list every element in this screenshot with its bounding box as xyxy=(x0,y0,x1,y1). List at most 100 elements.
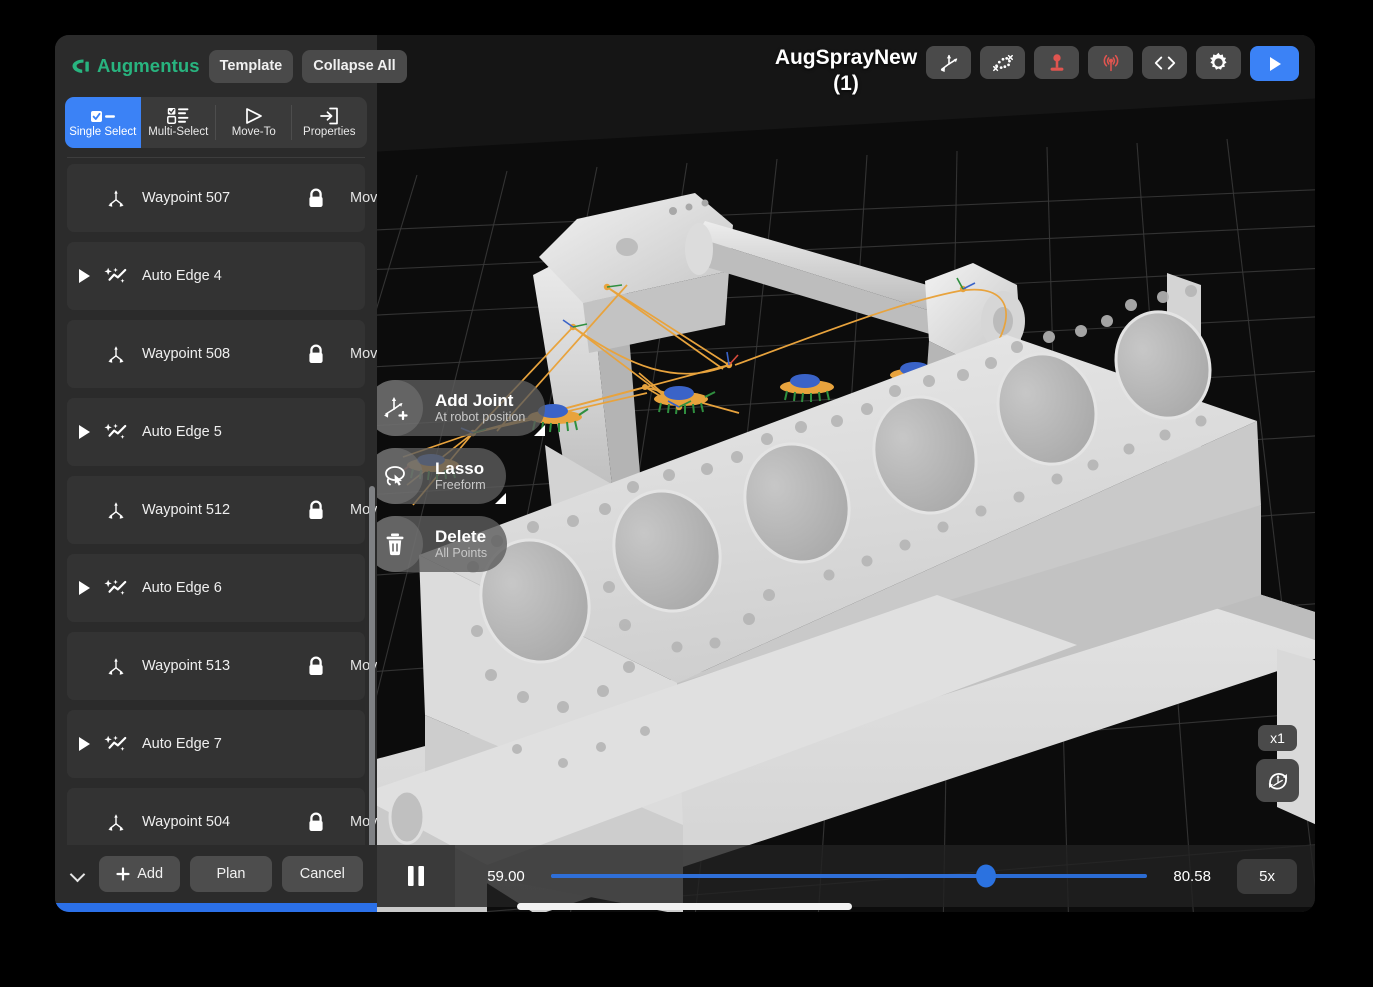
expand-corner-icon[interactable] xyxy=(495,493,506,504)
total-time: 80.58 xyxy=(1163,868,1221,885)
playback-speed-button[interactable]: 5x xyxy=(1237,859,1297,894)
gear-icon xyxy=(1207,51,1230,74)
lasso-action[interactable]: Lasso Freeform xyxy=(377,448,506,504)
pause-button[interactable] xyxy=(377,845,455,907)
list-item-edge[interactable]: Auto Edge 7 xyxy=(67,710,365,778)
progress-bar xyxy=(55,903,377,912)
list-item-label: Waypoint 504 xyxy=(142,814,230,830)
list-item-edge[interactable]: Auto Edge 4 xyxy=(67,242,365,310)
auto-edge-sparkle-icon xyxy=(103,265,129,287)
list-item-label: Auto Edge 7 xyxy=(142,736,222,752)
sidebar-header: Augmentus Template Collapse All xyxy=(55,35,377,97)
point-cloud-icon xyxy=(991,52,1015,74)
auto-edge-sparkle-icon xyxy=(103,577,129,599)
delete-title: Delete xyxy=(435,527,487,546)
waypoint-list[interactable]: Waypoint 507 MoveL Auto Edge 4 Waypoint … xyxy=(55,164,377,845)
tab-properties[interactable]: Properties xyxy=(292,97,368,148)
trash-icon-wrap xyxy=(377,516,423,572)
checklist-icon xyxy=(167,107,189,124)
add-joint-icon-wrap xyxy=(377,380,423,436)
lasso-title: Lasso xyxy=(435,459,486,478)
expand-caret-icon[interactable] xyxy=(79,737,90,751)
list-item-label: Waypoint 512 xyxy=(142,502,230,518)
viewport-3d[interactable]: AugSprayNew (1) xyxy=(377,35,1315,912)
list-item-waypoint[interactable]: Waypoint 508 MoveL xyxy=(67,320,365,388)
list-item-mode: MoveL xyxy=(350,190,377,206)
waypoint-axes-icon xyxy=(103,343,129,365)
tab-move-to[interactable]: Move-To xyxy=(216,97,292,148)
signal-icon-button[interactable] xyxy=(1088,46,1133,79)
list-item-waypoint[interactable]: Waypoint 513 MoveL xyxy=(67,632,365,700)
lock-icon-wrap[interactable] xyxy=(307,188,325,209)
lock-icon-wrap[interactable] xyxy=(307,812,325,833)
tab-single-select[interactable]: Single Select xyxy=(65,97,141,148)
list-item-edge[interactable]: Auto Edge 6 xyxy=(67,554,365,622)
list-item-label: Waypoint 508 xyxy=(142,346,230,362)
waypoint-axes-icon xyxy=(103,811,129,833)
floating-actions: Add Joint At robot position Lasso Freefo… xyxy=(377,380,545,584)
list-item-edge[interactable]: Auto Edge 5 xyxy=(67,398,365,466)
horizontal-scrollbar[interactable] xyxy=(517,903,852,910)
list-item-waypoint[interactable]: Waypoint 507 MoveL xyxy=(67,164,365,232)
playback-body: 59.00 80.58 5x xyxy=(455,845,1315,907)
timeline-slider[interactable] xyxy=(551,874,1147,878)
timeline-handle[interactable] xyxy=(976,865,996,888)
waypoint-axes-icon xyxy=(105,811,127,833)
auto-edge-sparkle-icon xyxy=(103,421,129,443)
expand-caret-icon[interactable] xyxy=(79,269,90,283)
lock-icon xyxy=(307,656,325,677)
delete-text: Delete All Points xyxy=(435,527,487,561)
joystick-icon-button[interactable] xyxy=(1034,46,1079,79)
list-item-label: Waypoint 507 xyxy=(142,190,230,206)
vertical-scrollbar[interactable] xyxy=(369,486,375,845)
lock-icon-wrap[interactable] xyxy=(307,500,325,521)
add-joint-text: Add Joint At robot position xyxy=(435,391,525,425)
chevron-down-icon[interactable] xyxy=(69,865,87,883)
mode-tabs-wrap: Single Select Multi xyxy=(55,97,377,157)
play-icon xyxy=(1265,54,1285,74)
waypoint-axes-icon xyxy=(105,343,127,365)
point-cloud-icon-button[interactable] xyxy=(980,46,1025,79)
sidebar: Augmentus Template Collapse All Single S… xyxy=(55,35,377,912)
tab-multi-select[interactable]: Multi-Select xyxy=(141,97,217,148)
mode-tabs: Single Select Multi xyxy=(65,97,367,148)
zoom-level-badge[interactable]: x1 xyxy=(1258,725,1297,751)
template-button[interactable]: Template xyxy=(209,50,294,83)
add-button[interactable]: Add xyxy=(99,856,180,892)
lock-icon xyxy=(307,812,325,833)
cancel-button[interactable]: Cancel xyxy=(282,856,363,892)
playback-bar: 59.00 80.58 5x xyxy=(377,845,1315,907)
expand-caret-icon[interactable] xyxy=(79,581,90,595)
augmentus-mark-icon xyxy=(72,59,91,74)
lock-icon-wrap[interactable] xyxy=(307,344,325,365)
waypoint-axes-icon xyxy=(105,655,127,677)
axes-icon-button[interactable] xyxy=(926,46,971,79)
list-item-waypoint[interactable]: Waypoint 512 MoveL xyxy=(67,476,365,544)
list-item-label: Waypoint 513 xyxy=(142,658,230,674)
auto-edge-sparkle-icon xyxy=(103,733,129,755)
collapse-all-button[interactable]: Collapse All xyxy=(302,50,406,83)
plus-icon xyxy=(116,867,130,881)
expand-corner-icon[interactable] xyxy=(534,425,545,436)
reset-view-button[interactable] xyxy=(1256,759,1299,802)
play-outline-icon xyxy=(244,107,264,124)
sidebar-footer: Add Plan Cancel xyxy=(55,845,377,903)
expand-caret-icon[interactable] xyxy=(79,425,90,439)
add-button-label: Add xyxy=(137,866,163,882)
auto-edge-sparkle-icon xyxy=(104,421,128,443)
add-joint-action[interactable]: Add Joint At robot position xyxy=(377,380,545,436)
delete-action[interactable]: Delete All Points xyxy=(377,516,507,572)
list-item-waypoint[interactable]: Waypoint 504 MoveJ xyxy=(67,788,365,845)
lock-icon xyxy=(307,188,325,209)
run-button[interactable] xyxy=(1250,46,1299,81)
reset-view-icon xyxy=(1265,768,1291,794)
plan-button[interactable]: Plan xyxy=(190,856,271,892)
waypoint-rows: Waypoint 507 MoveL Auto Edge 4 Waypoint … xyxy=(67,164,365,845)
gear-icon-button[interactable] xyxy=(1196,46,1241,79)
lock-icon-wrap[interactable] xyxy=(307,656,325,677)
joystick-icon xyxy=(1046,52,1068,74)
auto-edge-sparkle-icon xyxy=(104,733,128,755)
waypoint-axes-icon xyxy=(103,187,129,209)
code-icon-button[interactable] xyxy=(1142,46,1187,79)
tab-move-to-label: Multi-Select xyxy=(148,126,208,138)
